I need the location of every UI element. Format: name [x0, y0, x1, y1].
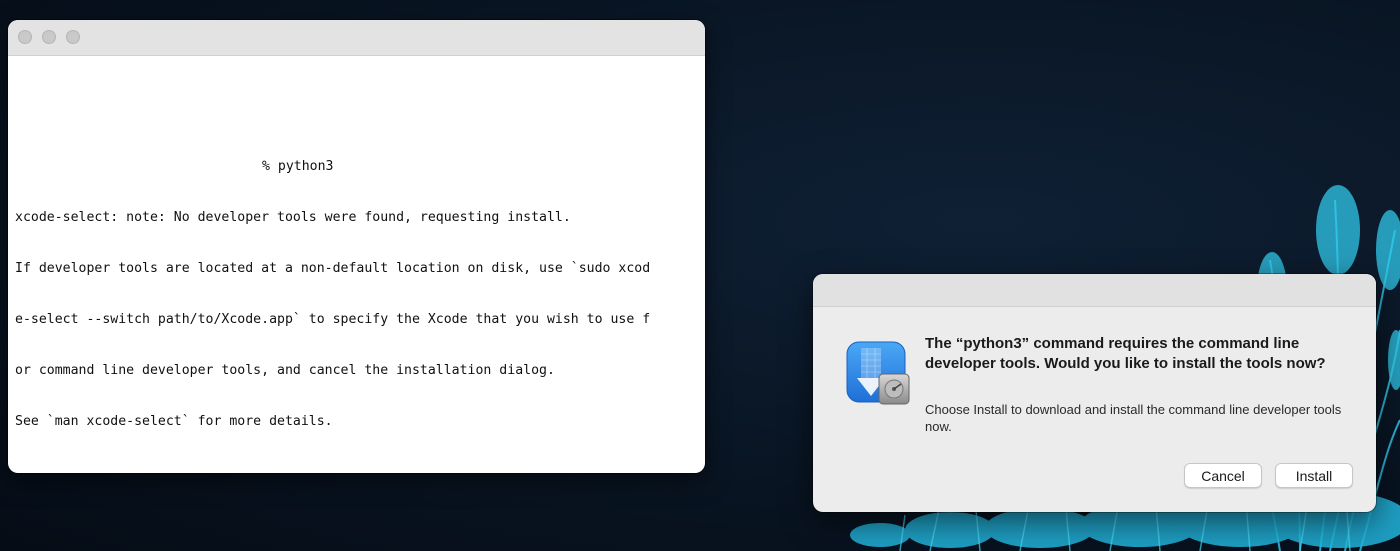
- cancel-button[interactable]: Cancel: [1184, 463, 1262, 488]
- install-dialog: The “python3” command requires the comma…: [813, 274, 1376, 512]
- terminal-output-line: or command line developer tools, and can…: [15, 363, 555, 378]
- terminal-title-bar[interactable]: [8, 20, 705, 56]
- terminal-output-line: xcode-select: note: No developer tools w…: [15, 210, 571, 225]
- terminal-output-line: See `man xcode-select` for more details.: [15, 414, 333, 429]
- terminal-prompt: % python3: [262, 159, 334, 174]
- terminal-output[interactable]: % python3 xcode-select: note: No develop…: [15, 124, 705, 464]
- install-button[interactable]: Install: [1275, 463, 1353, 488]
- zoom-window-icon[interactable]: [66, 30, 80, 44]
- terminal-output-line: e-select --switch path/to/Xcode.app` to …: [15, 312, 651, 327]
- minimize-window-icon[interactable]: [42, 30, 56, 44]
- terminal-output-line: If developer tools are located at a non-…: [15, 261, 651, 276]
- terminal-window[interactable]: % python3 xcode-select: note: No develop…: [8, 20, 705, 473]
- dialog-title-bar[interactable]: [813, 274, 1376, 307]
- dialog-heading: The “python3” command requires the comma…: [925, 335, 1326, 372]
- dialog-message: Choose Install to download and install t…: [925, 402, 1342, 434]
- xcode-installer-icon: [846, 341, 910, 405]
- close-window-icon[interactable]: [18, 30, 32, 44]
